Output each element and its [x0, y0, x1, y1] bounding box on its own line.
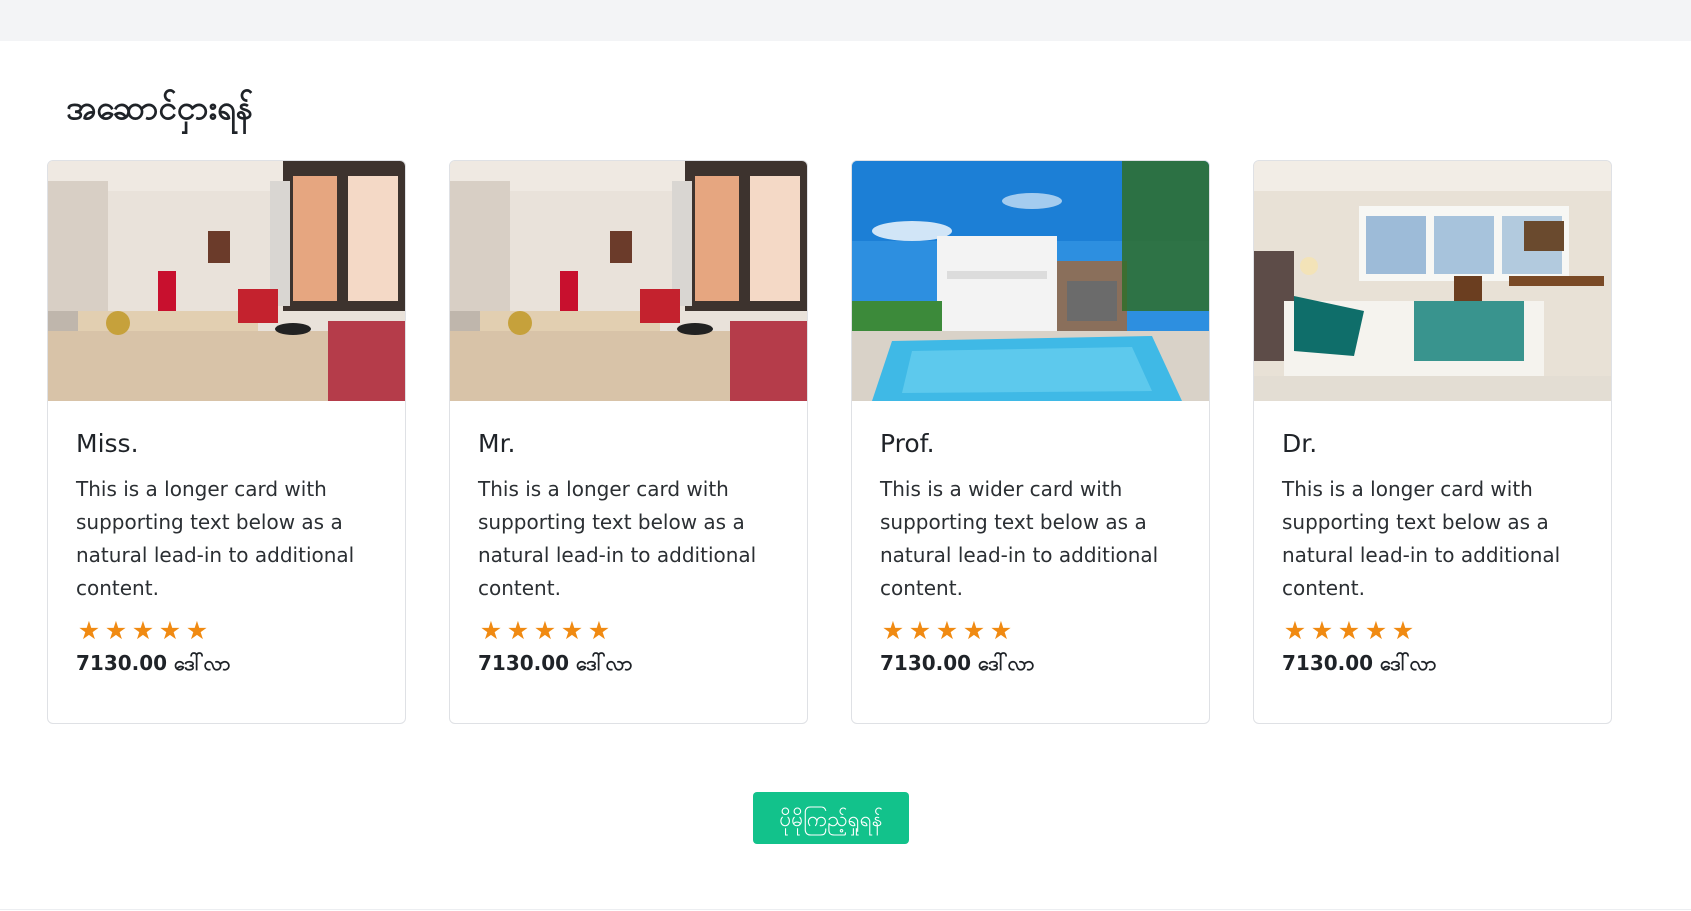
card-image[interactable] [450, 161, 807, 401]
star-icon: ★ [77, 616, 101, 645]
card-description: This is a longer card with supporting te… [478, 477, 757, 600]
rating-stars: ★ ★ ★ ★ ★ [76, 618, 377, 644]
star-icon: ★ [1364, 616, 1388, 645]
card-description: This is a longer card with supporting te… [1282, 477, 1561, 600]
card-price: 7130.00 ဒေါ်လာ [478, 651, 633, 675]
property-card[interactable]: Dr. This is a longer card with supportin… [1253, 160, 1612, 724]
rating-stars: ★ ★ ★ ★ ★ [880, 618, 1181, 644]
card-description: This is a wider card with supporting tex… [880, 477, 1159, 600]
star-icon: ★ [989, 616, 1013, 645]
rating-stars: ★ ★ ★ ★ ★ [1282, 618, 1583, 644]
property-card[interactable]: Prof. This is a wider card with supporti… [851, 160, 1210, 724]
divider [0, 909, 1691, 910]
card-title: Miss. [76, 429, 139, 458]
view-more-button[interactable]: ပိုမိုကြည့်ရှုရန် [753, 792, 909, 844]
property-card[interactable]: Mr. This is a longer card with supportin… [449, 160, 808, 724]
star-icon: ★ [908, 616, 932, 645]
card-description: This is a longer card with supporting te… [76, 477, 355, 600]
property-card[interactable]: Miss. This is a longer card with support… [47, 160, 406, 724]
card-image[interactable] [1254, 161, 1611, 401]
star-icon: ★ [131, 616, 155, 645]
card-image[interactable] [852, 161, 1209, 401]
card-title: Dr. [1282, 429, 1318, 458]
rating-stars: ★ ★ ★ ★ ★ [478, 618, 779, 644]
star-icon: ★ [479, 616, 503, 645]
star-icon: ★ [587, 616, 611, 645]
top-bar [0, 0, 1691, 41]
card-price: 7130.00 ဒေါ်လာ [1282, 651, 1437, 675]
star-icon: ★ [962, 616, 986, 645]
star-icon: ★ [506, 616, 530, 645]
star-icon: ★ [881, 616, 905, 645]
star-icon: ★ [533, 616, 557, 645]
card-image[interactable] [48, 161, 405, 401]
star-icon: ★ [1337, 616, 1361, 645]
star-icon: ★ [1310, 616, 1334, 645]
star-icon: ★ [560, 616, 584, 645]
section-title: အဆောင်ငှားရန် [66, 88, 253, 127]
card-price: 7130.00 ဒေါ်လာ [76, 651, 231, 675]
card-title: Prof. [880, 429, 935, 458]
card-title: Mr. [478, 429, 516, 458]
star-icon: ★ [185, 616, 209, 645]
star-icon: ★ [104, 616, 128, 645]
star-icon: ★ [158, 616, 182, 645]
star-icon: ★ [935, 616, 959, 645]
star-icon: ★ [1283, 616, 1307, 645]
star-icon: ★ [1391, 616, 1415, 645]
card-price: 7130.00 ဒေါ်လာ [880, 651, 1035, 675]
